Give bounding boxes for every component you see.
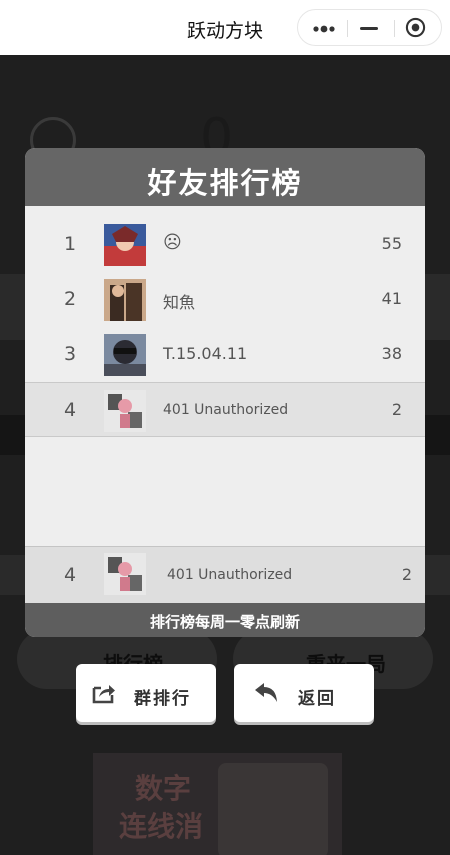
- ad-text-line1: 数字: [135, 772, 192, 805]
- friend-rank-modal: 好友排行榜 1 ☹ 55 2 知魚 41 3 T.15.04.11 38 4 4…: [25, 148, 425, 637]
- share-icon: [92, 685, 115, 704]
- ad-banner: 数字 连线消: [93, 753, 342, 855]
- group-rank-button[interactable]: 群排行: [76, 664, 216, 722]
- rank-number: 4: [63, 399, 77, 421]
- avatar: [104, 334, 146, 376]
- capsule-menu: [297, 9, 442, 46]
- modal-title: 好友排行榜: [147, 166, 303, 200]
- my-rank-number: 4: [63, 564, 77, 586]
- my-avatar: [104, 553, 146, 595]
- my-rank-row: 4 401 Unauthorized 2: [25, 546, 425, 603]
- more-icon[interactable]: [313, 25, 335, 33]
- avatar: [104, 390, 146, 432]
- player-score: 41: [381, 289, 402, 308]
- close-mini-program-icon[interactable]: [405, 17, 426, 38]
- navbar: 跃动方块: [0, 0, 450, 55]
- back-label: 返回: [298, 689, 336, 709]
- rank-row: 3 T.15.04.11 38: [25, 327, 425, 382]
- back-button[interactable]: 返回: [234, 664, 374, 722]
- avatar: [104, 279, 146, 321]
- player-name: 知魚: [163, 293, 196, 312]
- group-rank-label: 群排行: [134, 689, 191, 709]
- rank-number: 3: [63, 343, 77, 365]
- modal-footer: 排行榜每周一零点刷新: [25, 603, 425, 637]
- back-arrow-icon: [255, 683, 277, 702]
- player-score: 2: [391, 400, 402, 419]
- player-name: 401 Unauthorized: [163, 402, 289, 418]
- capsule-divider: [394, 20, 395, 37]
- my-player-name: 401 Unauthorized: [167, 567, 293, 583]
- rank-number: 2: [63, 288, 77, 310]
- ad-phone-image: [218, 763, 328, 855]
- minimize-icon[interactable]: [360, 27, 378, 30]
- rank-row-current-user: 4 401 Unauthorized 2: [25, 382, 425, 437]
- avatar: [104, 224, 146, 266]
- rank-number: 1: [63, 233, 77, 255]
- refresh-note: 排行榜每周一零点刷新: [149, 613, 300, 631]
- player-name: ☹: [163, 232, 182, 253]
- rank-row: 2 知魚 41: [25, 272, 425, 327]
- my-player-score: 2: [401, 565, 412, 584]
- player-score: 38: [381, 344, 402, 363]
- rank-row: 1 ☹ 55: [25, 217, 425, 272]
- ad-text-line2: 连线消: [119, 810, 204, 843]
- player-name: T.15.04.11: [163, 344, 248, 363]
- modal-header: 好友排行榜: [25, 148, 425, 206]
- player-score: 55: [381, 234, 402, 253]
- capsule-divider: [347, 20, 348, 37]
